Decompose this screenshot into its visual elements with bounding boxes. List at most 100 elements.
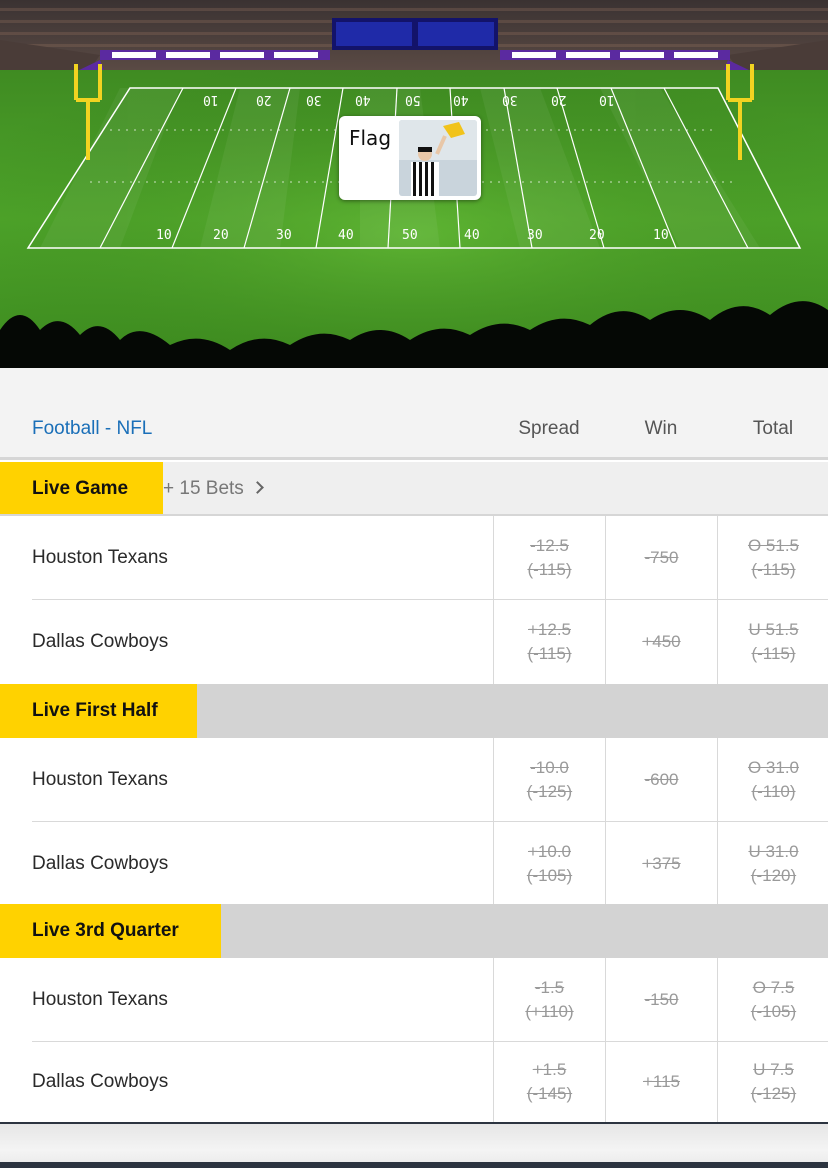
section-live-first-half: Live First Half [0, 684, 828, 738]
spread-line: -1.5 [534, 978, 565, 997]
column-header-win: Win [644, 418, 678, 439]
total-odds: (-115) [751, 644, 796, 663]
total-line: U 31.0 [748, 842, 799, 861]
win-odds-button[interactable]: -600 [605, 738, 717, 822]
total-odds-button[interactable]: O 7.5 (-105) [717, 958, 828, 1042]
yard-number: 10 [203, 92, 219, 107]
win-odds: +450 [642, 632, 681, 651]
section-title: Live Game [0, 462, 163, 516]
yard-numbers-bottom: 10 20 30 40 50 40 30 20 10 [0, 228, 828, 248]
more-bets-label: + 15 Bets [163, 478, 244, 499]
total-odds-button[interactable]: O 31.0 (-110) [717, 738, 828, 822]
spread-line: +1.5 [532, 1060, 567, 1079]
yard-number: 10 [156, 228, 172, 243]
referee-flag-icon [399, 120, 477, 196]
market-row: Houston Texans -12.5 (-115) -750 O 51.5 (-… [0, 516, 828, 600]
spread-odds-button[interactable]: -12.5 (-115) [493, 516, 605, 600]
bottom-edge [0, 1162, 828, 1168]
yard-number: 30 [502, 92, 518, 107]
spread-odds: (-115) [527, 560, 572, 579]
column-header-spread: Spread [518, 418, 580, 439]
total-line: U 51.5 [748, 620, 799, 639]
market-row: Houston Texans -1.5 (+110) -150 O 7.5 (-10… [0, 958, 828, 1042]
win-odds-button[interactable]: +450 [605, 600, 717, 684]
team-name: Houston Texans [32, 989, 168, 1010]
section-live-game: Live Game + 15 Bets [0, 462, 828, 516]
yard-numbers-top: 10 20 30 40 50 40 30 20 10 [0, 92, 828, 112]
total-odds-button[interactable]: U 31.0 (-120) [717, 822, 828, 906]
win-odds: +115 [642, 1072, 681, 1091]
win-odds-button[interactable]: +115 [605, 1042, 717, 1122]
spread-odds: (-115) [527, 644, 572, 663]
spread-odds: (-105) [526, 866, 573, 885]
total-odds: (-115) [751, 560, 796, 579]
win-odds-button[interactable]: -750 [605, 516, 717, 600]
total-odds: (-120) [750, 866, 797, 885]
total-odds: (-105) [750, 1002, 797, 1021]
spread-line: +10.0 [527, 842, 571, 861]
flag-event-label: Flag [349, 126, 392, 150]
spread-odds-button[interactable]: -1.5 (+110) [493, 958, 605, 1042]
team-name: Dallas Cowboys [32, 1071, 169, 1092]
total-odds-button[interactable]: O 51.5 (-115) [717, 516, 828, 600]
section-title: Live First Half [0, 684, 197, 738]
market-row: Dallas Cowboys +10.0 (-105) +375 U 31.0 (-… [0, 822, 828, 906]
column-header-total: Total [752, 418, 794, 439]
team-name: Houston Texans [32, 769, 168, 790]
yard-number: 20 [256, 92, 272, 107]
yard-number: 20 [551, 92, 567, 107]
total-line: O 51.5 [747, 536, 800, 555]
chevron-right-icon [250, 481, 264, 494]
win-odds-button[interactable]: +375 [605, 822, 717, 906]
yard-number: 50 [405, 92, 421, 107]
market-row: Dallas Cowboys +1.5 (-145) +115 U 7.5 (-12… [0, 1042, 828, 1122]
spread-odds: (+110) [525, 1002, 574, 1021]
yard-number: 20 [589, 228, 605, 243]
yard-number: 20 [213, 228, 229, 243]
yard-number: 50 [402, 228, 418, 243]
market-row: Dallas Cowboys +12.5 (-115) +450 U 51.5 (-… [0, 600, 828, 684]
total-line: U 7.5 [753, 1060, 794, 1079]
yard-number: 40 [453, 92, 469, 107]
spread-odds-button[interactable]: +12.5 (-115) [493, 600, 605, 684]
field-visualization: 10 20 30 40 50 40 30 20 10 10 20 30 40 5… [0, 0, 828, 368]
spread-odds-button[interactable]: +10.0 (-105) [493, 822, 605, 906]
spread-line: -10.0 [530, 758, 569, 777]
team-name: Houston Texans [32, 547, 168, 568]
spread-odds: (-125) [526, 782, 573, 801]
total-line: O 7.5 [752, 978, 795, 997]
spread-line: -12.5 [530, 536, 569, 555]
spread-odds-button[interactable]: +1.5 (-145) [493, 1042, 605, 1122]
yard-number: 30 [306, 92, 322, 107]
market-header: Football - NFL Spread Win Total [0, 368, 828, 460]
total-odds-button[interactable]: U 51.5 (-115) [717, 600, 828, 684]
win-odds-button[interactable]: -150 [605, 958, 717, 1042]
yard-number: 40 [338, 228, 354, 243]
team-name: Dallas Cowboys [32, 631, 169, 652]
flag-event-card: Flag [339, 116, 481, 200]
spread-line: +12.5 [527, 620, 571, 639]
market-row: Houston Texans -10.0 (-125) -600 O 31.0 (-… [0, 738, 828, 822]
yard-number: 10 [653, 228, 669, 243]
total-odds: (-125) [750, 1084, 797, 1103]
more-bets-link[interactable]: + 15 Bets [163, 462, 264, 516]
total-odds-button[interactable]: U 7.5 (-125) [717, 1042, 828, 1122]
win-odds: +375 [642, 854, 681, 873]
spread-odds-button[interactable]: -10.0 (-125) [493, 738, 605, 822]
section-title: Live 3rd Quarter [0, 904, 221, 958]
win-odds: -150 [644, 990, 679, 1009]
section-live-3rd-quarter: Live 3rd Quarter [0, 904, 828, 958]
bottom-bar [0, 1122, 828, 1168]
win-odds: -750 [644, 548, 679, 567]
yard-number: 40 [464, 228, 480, 243]
total-odds: (-110) [751, 782, 796, 801]
win-odds: -600 [644, 770, 679, 789]
total-line: O 31.0 [747, 758, 800, 777]
league-link[interactable]: Football - NFL [32, 418, 152, 440]
yard-number: 30 [527, 228, 543, 243]
spread-odds: (-145) [526, 1084, 573, 1103]
yard-number: 30 [276, 228, 292, 243]
yard-number: 40 [355, 92, 371, 107]
team-name: Dallas Cowboys [32, 853, 169, 874]
yard-number: 10 [599, 92, 615, 107]
